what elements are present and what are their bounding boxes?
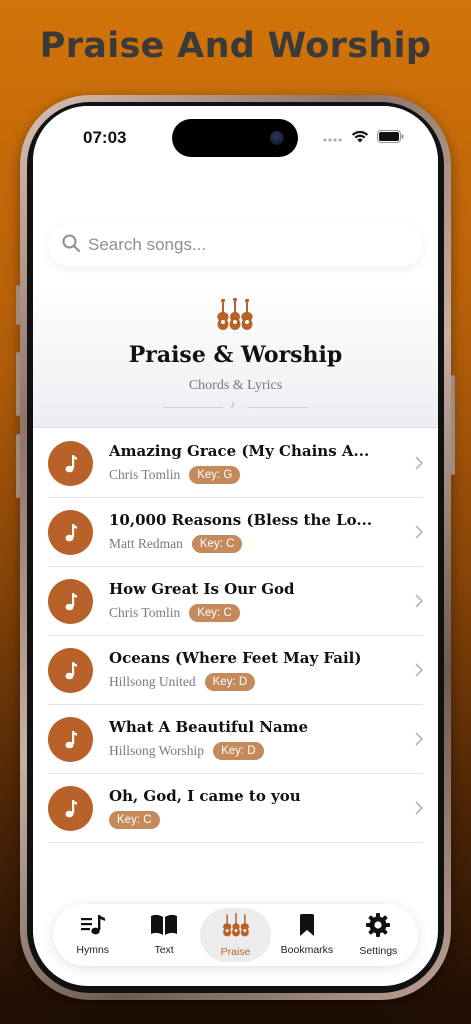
tab-label: Settings (359, 945, 398, 957)
phone-power-button (451, 375, 455, 475)
key-badge: Key: G (189, 466, 241, 484)
guitars-icon (222, 912, 250, 943)
music-note-icon (48, 510, 93, 555)
song-row[interactable]: Oh, God, I came to you Key: C (48, 774, 424, 843)
song-title: 10,000 Reasons (Bless the Lo... (109, 511, 373, 529)
phone-volume-up (16, 352, 20, 416)
music-note-icon (48, 648, 93, 693)
music-note-divider-icon: ♪ (230, 399, 236, 411)
key-badge: Key: C (109, 811, 160, 829)
search-icon (62, 234, 80, 257)
song-list: Amazing Grace (My Chains A... Chris Toml… (33, 429, 438, 843)
tab-text[interactable]: Text (128, 908, 199, 962)
music-note-icon (48, 579, 93, 624)
status-icons (323, 130, 404, 148)
battery-icon (377, 130, 404, 148)
divider-line-right (248, 407, 308, 408)
song-row[interactable]: What A Beautiful Name Hillsong Worship K… (48, 705, 424, 774)
search-input[interactable] (88, 235, 388, 255)
tab-label: Hymns (76, 944, 110, 956)
song-artist: Chris Tomlin (109, 467, 181, 482)
key-badge: Key: C (191, 535, 243, 553)
chevron-right-icon (415, 456, 424, 475)
tab-praise[interactable]: Praise (199, 908, 272, 962)
app-title: Praise & Worship (128, 342, 343, 368)
tab-label: Text (154, 944, 174, 956)
song-title: Oh, God, I came to you (109, 787, 301, 805)
tab-label: Bookmarks (280, 944, 334, 956)
song-artist: Hillsong Worship (109, 743, 205, 758)
app-screen: 07:03 Praise & Worship C (33, 106, 438, 986)
music-note-icon (48, 786, 93, 831)
song-artist: Matt Redman (109, 536, 183, 551)
chevron-right-icon (415, 525, 424, 544)
chevron-right-icon (415, 663, 424, 682)
tab-label: Praise (220, 945, 251, 958)
song-artist: Hillsong United (109, 674, 196, 689)
divider-line-left (163, 407, 223, 408)
song-title: Amazing Grace (My Chains A... (109, 442, 370, 460)
song-row[interactable]: How Great Is Our God Chris Tomlin Key: C (48, 567, 424, 636)
phone-volume-down (16, 434, 20, 498)
book-icon (150, 914, 178, 941)
song-row[interactable]: Oceans (Where Feet May Fail) Hillsong Un… (48, 636, 424, 705)
music-note-icon (48, 441, 93, 486)
wifi-icon (351, 130, 369, 148)
phone-action-button (16, 285, 20, 325)
status-time: 07:03 (83, 128, 127, 147)
song-artist: Chris Tomlin (109, 605, 181, 620)
song-title: Oceans (Where Feet May Fail) (109, 649, 362, 667)
song-title: What A Beautiful Name (109, 718, 309, 736)
chevron-right-icon (415, 594, 424, 613)
music-note-list-icon (80, 914, 106, 941)
search-bar[interactable] (48, 223, 423, 267)
bookmark-icon (299, 914, 315, 941)
guitars-logo-icon (216, 298, 254, 337)
gear-icon (366, 913, 391, 942)
tab-bar: Hymns Text Praise Bookmarks Settings (53, 904, 418, 966)
chevron-right-icon (415, 801, 424, 820)
song-title: How Great Is Our God (109, 580, 295, 598)
signal-icon (323, 130, 343, 148)
tab-settings[interactable]: Settings (343, 908, 414, 962)
dynamic-island (172, 119, 298, 157)
key-badge: Key: D (204, 673, 256, 691)
song-row[interactable]: 10,000 Reasons (Bless the Lo... Matt Red… (48, 498, 424, 567)
tab-hymns[interactable]: Hymns (57, 908, 128, 962)
promo-title: Praise And Worship (39, 26, 432, 66)
chevron-right-icon (415, 732, 424, 751)
music-note-icon (48, 717, 93, 762)
tab-bookmarks[interactable]: Bookmarks (271, 908, 342, 962)
key-badge: Key: D (213, 742, 264, 760)
app-subtitle: Chords & Lyrics (188, 378, 283, 393)
key-badge: Key: C (189, 604, 240, 622)
song-row[interactable]: Amazing Grace (My Chains A... Chris Toml… (48, 429, 424, 498)
